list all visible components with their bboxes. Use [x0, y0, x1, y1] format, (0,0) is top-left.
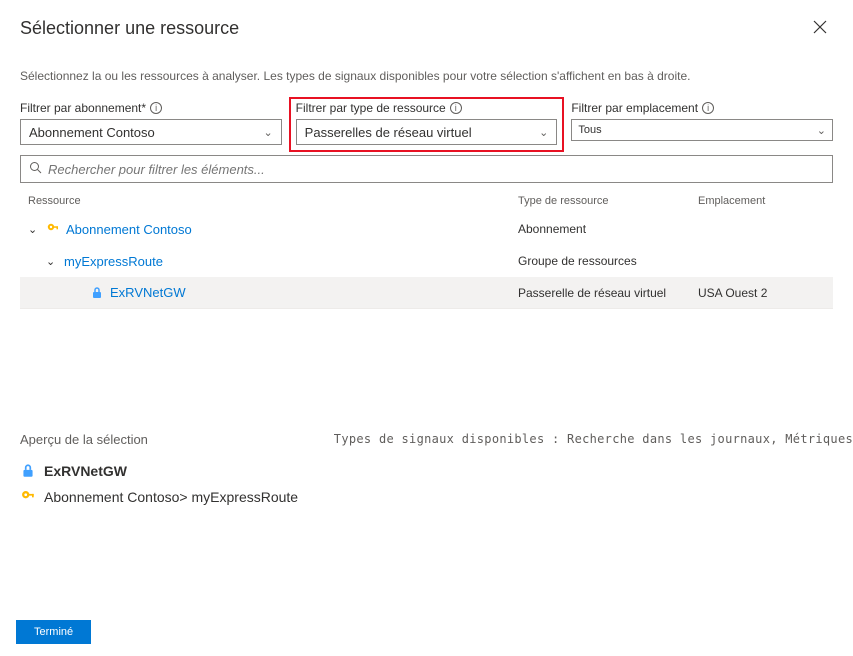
filter-location-dropdown[interactable]: Tous ⌄ — [571, 119, 833, 141]
chevron-down-icon[interactable]: ⌄ — [46, 255, 58, 268]
filter-location-group: Filtrer par emplacement i Tous ⌄ — [571, 101, 833, 145]
close-button[interactable] — [807, 18, 833, 41]
tree-group-type: Groupe de ressources — [518, 254, 698, 268]
preview-path-text: Abonnement Contoso> myExpressRoute — [44, 489, 298, 505]
signals-text: Types de signaux disponibles : Recherche… — [334, 432, 853, 447]
filter-subscription-label: Filtrer par abonnement* — [20, 101, 146, 115]
table-header: Ressource Type de ressource Emplacement — [20, 189, 833, 213]
filter-subscription-dropdown[interactable]: Abonnement Contoso ⌄ — [20, 119, 282, 145]
tree-row-subscription[interactable]: ⌄ Abonnement Contoso Abonnement — [20, 213, 833, 245]
instructions-text: Sélectionnez la ou les ressources à anal… — [20, 69, 833, 83]
col-type-header: Type de ressource — [518, 195, 698, 207]
search-icon — [29, 161, 42, 177]
highlight-box: Filtrer par type de ressource i Passerel… — [289, 97, 565, 152]
tree-group-name[interactable]: myExpressRoute — [64, 254, 163, 269]
panel-title: Sélectionner une ressource — [20, 18, 239, 39]
gateway-icon — [20, 463, 36, 479]
filter-subscription-value: Abonnement Contoso — [29, 125, 155, 140]
tree-resource-location: USA Ouest 2 — [698, 286, 825, 300]
filter-row: Filtrer par abonnement* i Abonnement Con… — [20, 101, 833, 145]
filter-resourcetype-label: Filtrer par type de ressource — [296, 101, 446, 115]
preview-path: Abonnement Contoso> myExpressRoute — [20, 489, 853, 505]
tree-resource-name[interactable]: ExRVNetGW — [110, 285, 186, 300]
close-icon — [813, 20, 827, 34]
tree-row-group[interactable]: ⌄ myExpressRoute Groupe de ressources — [20, 245, 833, 277]
info-icon[interactable]: i — [702, 102, 714, 114]
chevron-down-icon: ⌄ — [817, 124, 826, 137]
key-icon — [20, 489, 36, 505]
filter-location-value: Tous — [578, 124, 601, 136]
search-box[interactable] — [20, 155, 833, 183]
tree-subscription-name[interactable]: Abonnement Contoso — [66, 222, 192, 237]
tree-row-resource[interactable]: ExRVNetGW Passerelle de réseau virtuel U… — [20, 277, 833, 309]
filter-subscription-group: Filtrer par abonnement* i Abonnement Con… — [20, 101, 282, 145]
chevron-down-icon[interactable]: ⌄ — [28, 223, 40, 236]
preview-resource-name: ExRVNetGW — [44, 463, 127, 479]
filter-resourcetype-group: Filtrer par type de ressource i Passerel… — [296, 101, 558, 145]
info-icon[interactable]: i — [150, 102, 162, 114]
panel-header: Sélectionner une ressource — [20, 18, 833, 41]
gateway-icon — [90, 286, 104, 300]
preview-resource: ExRVNetGW — [20, 463, 853, 479]
done-button[interactable]: Terminé — [16, 620, 91, 644]
info-icon[interactable]: i — [450, 102, 462, 114]
filter-location-label: Filtrer par emplacement — [571, 101, 698, 115]
col-resource-header: Ressource — [28, 195, 518, 207]
footer: Terminé — [16, 620, 91, 644]
search-input[interactable] — [48, 162, 824, 177]
col-location-header: Emplacement — [698, 195, 825, 207]
tree-subscription-type: Abonnement — [518, 222, 698, 236]
key-icon — [46, 222, 60, 236]
preview-section: Aperçu de la sélection Types de signaux … — [20, 432, 853, 515]
tree-resource-type: Passerelle de réseau virtuel — [518, 286, 698, 300]
chevron-down-icon: ⌄ — [263, 126, 272, 139]
filter-resourcetype-value: Passerelles de réseau virtuel — [305, 125, 472, 140]
preview-title: Aperçu de la sélection — [20, 432, 148, 447]
filter-resourcetype-dropdown[interactable]: Passerelles de réseau virtuel ⌄ — [296, 119, 558, 145]
chevron-down-icon: ⌄ — [539, 126, 548, 139]
